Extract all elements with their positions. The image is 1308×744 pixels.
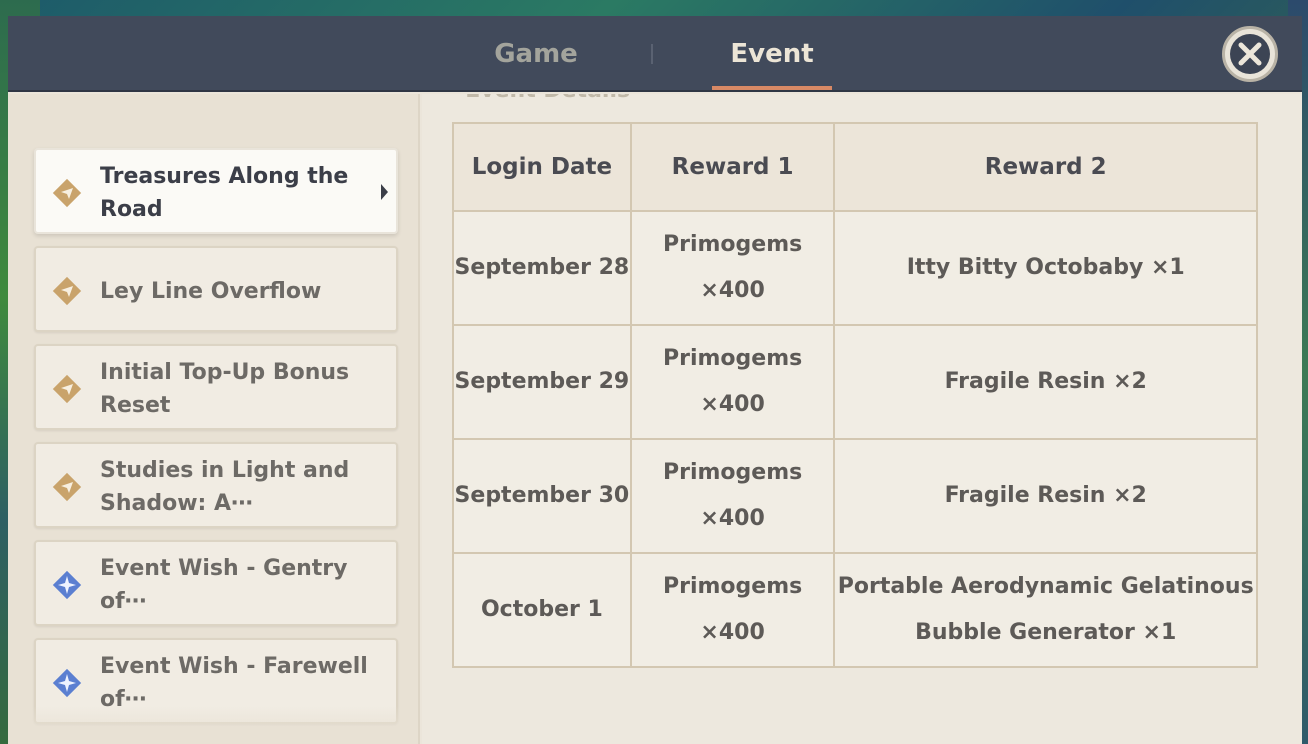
reward-1-cell: Primogems ×400: [629, 438, 836, 554]
login-date-cell: September 29: [452, 324, 632, 440]
login-date-cell: October 1: [452, 552, 632, 668]
close-x-icon: [1230, 34, 1270, 74]
reward-1-cell: Primogems ×400: [629, 210, 836, 326]
paper-plane-diamond-icon: [52, 276, 82, 306]
sidebar-item-label: Event Wish - Gentry of⋯: [100, 556, 348, 614]
wish-star-icon: [52, 570, 82, 600]
sidebar-scroll-fade: [8, 706, 418, 744]
login-reward-table: Login Date Reward 1 Reward 2 September 2…: [452, 122, 1258, 668]
column-header-reward-2: Reward 2: [833, 122, 1258, 212]
reward-1-cell: Primogems ×400: [629, 324, 836, 440]
sidebar-item-label: Ley Line Overflow: [100, 278, 322, 304]
reward-2-cell: Itty Bitty Octobaby ×1: [833, 210, 1258, 326]
sidebar-item-label: Studies in Light and Shadow: A⋯: [100, 458, 350, 516]
sidebar-item-treasures-along-the-road[interactable]: Treasures Along the Road: [34, 148, 398, 234]
reward-2-cell: Fragile Resin ×2: [833, 324, 1258, 440]
tab-divider: [651, 44, 653, 64]
paper-plane-diamond-icon: [52, 178, 82, 208]
chevron-right-icon: [381, 184, 388, 200]
sidebar-item-initial-top-up-bonus-reset[interactable]: Initial Top-Up Bonus Reset: [34, 344, 398, 430]
sidebar-item-label: Initial Top-Up Bonus Reset: [100, 360, 350, 418]
sidebar-item-studies-in-light-and-shadow[interactable]: Studies in Light and Shadow: A⋯: [34, 442, 398, 528]
table-row: September 29 Primogems ×400 Fragile Resi…: [452, 324, 1258, 440]
table-header-row: Login Date Reward 1 Reward 2: [452, 122, 1258, 212]
tab-event[interactable]: Event: [712, 16, 832, 92]
tab-game[interactable]: Game: [438, 16, 634, 92]
tab-game-label: Game: [494, 39, 578, 69]
login-date-cell: September 30: [452, 438, 632, 554]
sidebar-item-label: Treasures Along the Road: [100, 164, 349, 222]
paper-plane-diamond-icon: [52, 374, 82, 404]
wish-star-icon: [52, 668, 82, 698]
close-button[interactable]: [1222, 26, 1278, 82]
active-tab-indicator: [712, 86, 832, 90]
events-window: Game Event Treasures Along the Road Ley …: [8, 16, 1302, 744]
column-header-login-date: Login Date: [452, 122, 632, 212]
header-bar: Game Event: [8, 16, 1302, 92]
event-details-panel[interactable]: ═Event Details═ Login Date Reward 1 Rewa…: [422, 94, 1302, 744]
tab-event-label: Event: [730, 39, 814, 69]
sidebar-item-event-wish-gentry[interactable]: Event Wish - Gentry of⋯: [34, 540, 398, 626]
table-row: September 30 Primogems ×400 Fragile Resi…: [452, 438, 1258, 554]
login-date-cell: September 28: [452, 210, 632, 326]
event-list-sidebar[interactable]: Treasures Along the Road Ley Line Overfl…: [8, 94, 420, 744]
section-title: ═Event Details═: [452, 94, 752, 108]
reward-2-cell: Fragile Resin ×2: [833, 438, 1258, 554]
reward-1-cell: Primogems ×400: [629, 552, 836, 668]
column-header-reward-1: Reward 1: [629, 122, 836, 212]
reward-2-cell: Portable Aerodynamic Gelatinous Bubble G…: [833, 552, 1258, 668]
table-row: September 28 Primogems ×400 Itty Bitty O…: [452, 210, 1258, 326]
sidebar-item-ley-line-overflow[interactable]: Ley Line Overflow: [34, 246, 398, 332]
table-row: October 1 Primogems ×400 Portable Aerody…: [452, 552, 1258, 668]
paper-plane-diamond-icon: [52, 472, 82, 502]
